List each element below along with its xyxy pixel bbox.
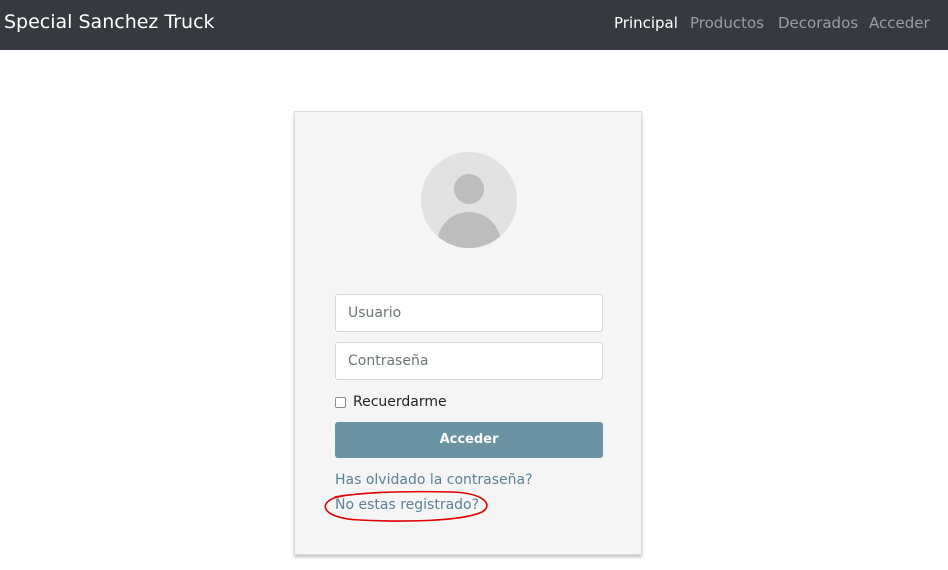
register-link[interactable]: No estas registrado? bbox=[335, 497, 479, 513]
login-card: Recuerdarme Acceder Has olvidado la cont… bbox=[294, 111, 642, 555]
remember-me-label[interactable]: Recuerdarme bbox=[353, 394, 447, 410]
nav-link-decorados[interactable]: Decorados bbox=[778, 14, 858, 32]
remember-me-checkbox[interactable] bbox=[335, 396, 346, 408]
nav-link-productos[interactable]: Productos bbox=[690, 14, 764, 32]
avatar-head bbox=[454, 174, 484, 204]
navbar-brand[interactable]: Special Sanchez Truck bbox=[4, 11, 215, 33]
user-avatar-icon bbox=[421, 152, 517, 248]
nav-link-principal[interactable]: Principal bbox=[614, 14, 678, 32]
avatar-body bbox=[437, 212, 501, 248]
remember-me-row: Recuerdarme bbox=[335, 394, 447, 410]
username-input[interactable] bbox=[335, 294, 603, 332]
nav-link-acceder[interactable]: Acceder bbox=[869, 14, 930, 32]
forgot-password-link[interactable]: Has olvidado la contraseña? bbox=[335, 472, 533, 488]
password-input[interactable] bbox=[335, 342, 603, 380]
login-submit-button[interactable]: Acceder bbox=[335, 422, 603, 458]
navbar: Special Sanchez Truck Principal Producto… bbox=[0, 0, 948, 50]
